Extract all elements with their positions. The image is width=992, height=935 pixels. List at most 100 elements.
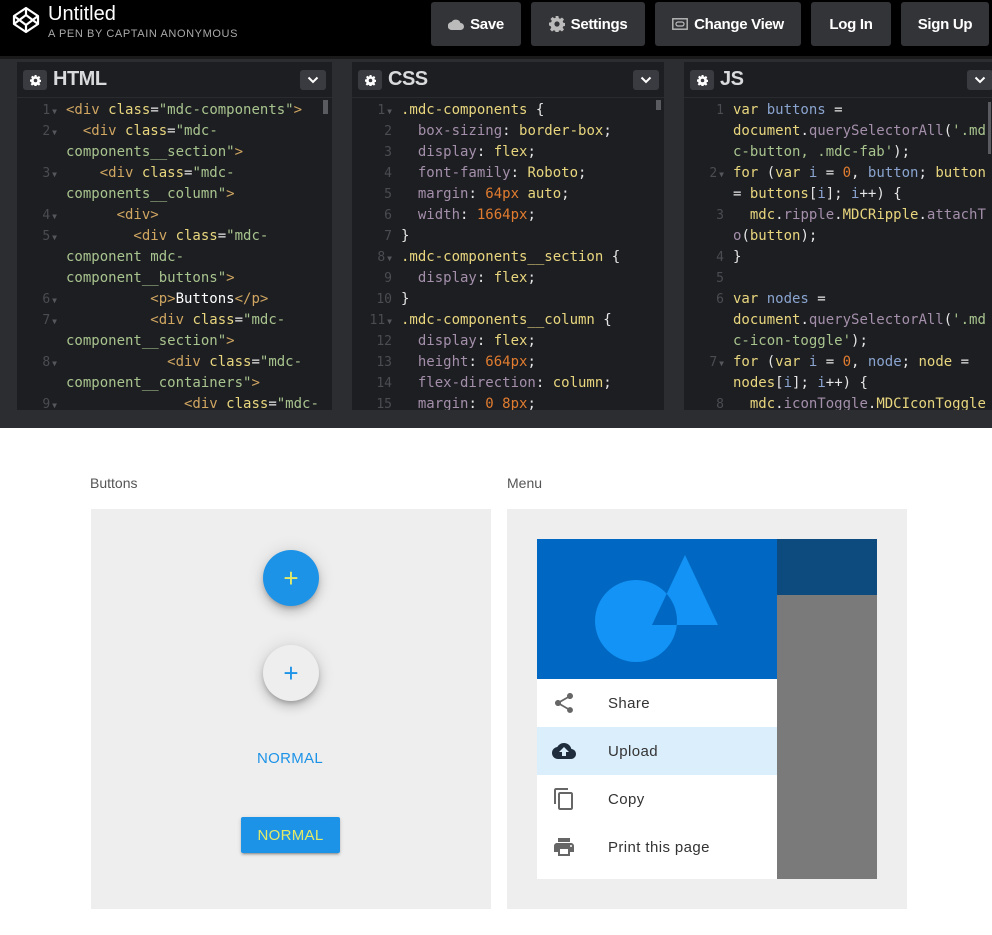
line-number: 4 [716,250,724,265]
change-view-button[interactable]: Change View [655,2,801,46]
chevron-down-icon [640,76,652,84]
line-number: 1 ▼ [42,103,57,118]
secondary-fab-button[interactable]: + [263,645,319,701]
css-code[interactable]: 1 ▼ .mdc-components {2 box-sizing: border-… [352,100,664,410]
js-settings-button[interactable] [690,70,714,90]
menu-item-label: Share [608,694,651,712]
shapes-illustration-icon [595,555,718,662]
html-pane-header: HTML [17,62,332,98]
menu-section-label: Menu [507,475,543,491]
save-label: Save [470,15,504,33]
sign-up-button[interactable]: Sign Up [901,2,989,46]
pane-resize-handle[interactable] [0,62,17,410]
gear-icon [696,74,708,86]
code-line: margin: 0 8px; [401,396,536,410]
js-code[interactable]: 1 var buttons = document.querySelectorAll(… [684,100,992,410]
html-settings-button[interactable] [23,70,47,90]
code-line: display: flex; [401,270,536,286]
js-collapse-button[interactable] [967,70,992,90]
primary-fab-button[interactable]: + [263,550,319,606]
log-in-label: Log In [829,15,873,33]
fold-arrow-icon[interactable]: ▼ [719,170,724,179]
line-number: 6 [716,292,724,307]
code-line: c-icon-toggle'); [733,333,868,349]
code-line: box-sizing: border-box; [401,123,612,139]
header-bar: Untitled A PEN BY CAPTAIN ANONYMOUS Save… [0,0,992,56]
css-editor-pane: CSS 1 ▼ .mdc-components {2 box-sizing: bor… [352,62,664,410]
fold-arrow-icon[interactable]: ▼ [52,128,57,137]
line-number: 7 [384,229,392,244]
pane-resize-handle[interactable] [664,62,684,410]
fold-arrow-icon[interactable]: ▼ [52,212,57,221]
pane-resize-handle[interactable] [332,62,352,410]
fold-arrow-icon[interactable]: ▼ [52,359,57,368]
line-number: 2 ▼ [42,124,57,139]
code-line: c-button, .mdc-fab'); [733,144,911,160]
code-line: component mdc- [66,249,185,265]
html-code[interactable]: 1 ▼ <div class="mdc-components"> 2 ▼ <div cl… [17,100,332,410]
code-line: font-family: Roboto; [401,165,587,181]
js-pane-title: JS [720,68,744,90]
log-in-button[interactable]: Log In [811,2,891,46]
line-number: 5 ▼ [42,229,57,244]
menu-list: Share Upload Copy Print this page [537,679,777,879]
js-scrollbar[interactable] [988,102,991,154]
fold-arrow-icon[interactable]: ▼ [387,317,392,326]
menu-backdrop-top [777,539,877,595]
line-number: 2 [384,124,392,139]
settings-label: Settings [570,15,628,33]
fold-arrow-icon[interactable]: ▼ [52,170,57,179]
fold-arrow-icon[interactable]: ▼ [52,296,57,305]
fold-arrow-icon[interactable]: ▼ [52,401,57,410]
line-number: 11 ▼ [369,313,392,328]
pen-title[interactable]: Untitled [48,3,116,26]
code-line: components__column"> [66,186,235,202]
fold-arrow-icon[interactable]: ▼ [52,233,57,242]
menu-hero-image [537,539,777,679]
upload-icon [552,743,576,759]
change-view-icon [672,18,688,30]
code-line: .mdc-components__column { [401,312,612,328]
fold-arrow-icon[interactable]: ▼ [719,359,724,368]
html-collapse-button[interactable] [300,70,326,90]
fold-arrow-icon[interactable]: ▼ [52,317,57,326]
code-line: component__containers"> [66,375,260,391]
code-line: <div class="mdc- [66,165,235,181]
line-number: 13 [376,355,392,370]
code-line: margin: 64px auto; [401,186,570,202]
code-line: mdc.iconToggle.MDCIconToggle [733,396,986,410]
code-line: var buttons = [733,102,843,118]
menu-item-copy[interactable]: Copy [537,775,777,823]
menu-item-print[interactable]: Print this page [537,823,777,871]
buttons-card: + + NORMAL NORMAL [91,509,491,909]
fold-arrow-icon[interactable]: ▼ [387,107,392,116]
preview-area: Buttons + + NORMAL NORMAL Menu Share Upl… [0,428,992,935]
menu-item-share[interactable]: Share [537,679,777,727]
save-button[interactable]: Save [431,2,521,46]
fold-arrow-icon[interactable]: ▼ [52,107,57,116]
plus-icon: + [283,658,299,688]
code-line: for (var i = 0, node; node = [733,354,970,370]
html-scrollbar[interactable] [323,100,328,114]
codepen-logo-icon[interactable] [12,6,40,34]
menu-item-upload[interactable]: Upload [537,727,777,775]
gear-icon [29,74,41,86]
line-number: 7 ▼ [42,313,57,328]
code-line: width: 1664px; [401,207,536,223]
flat-normal-button[interactable]: NORMAL [257,750,323,767]
line-number: 5 [716,271,724,286]
css-collapse-button[interactable] [633,70,659,90]
gear-icon [364,74,376,86]
css-scrollbar[interactable] [656,100,661,110]
line-number: 1 ▼ [377,103,392,118]
code-line: mdc.ripple.MDCRipple.attachT [733,207,986,223]
raised-normal-button[interactable]: NORMAL [241,817,340,853]
settings-button[interactable]: Settings [531,2,645,46]
line-number: 6 ▼ [42,292,57,307]
code-line: = buttons[i]; i++) { [733,186,902,202]
code-line: <div class="mdc- [66,396,319,410]
css-settings-button[interactable] [358,70,382,90]
code-line: display: flex; [401,144,536,160]
fold-arrow-icon[interactable]: ▼ [387,254,392,263]
code-line: <div class="mdc- [66,228,269,244]
